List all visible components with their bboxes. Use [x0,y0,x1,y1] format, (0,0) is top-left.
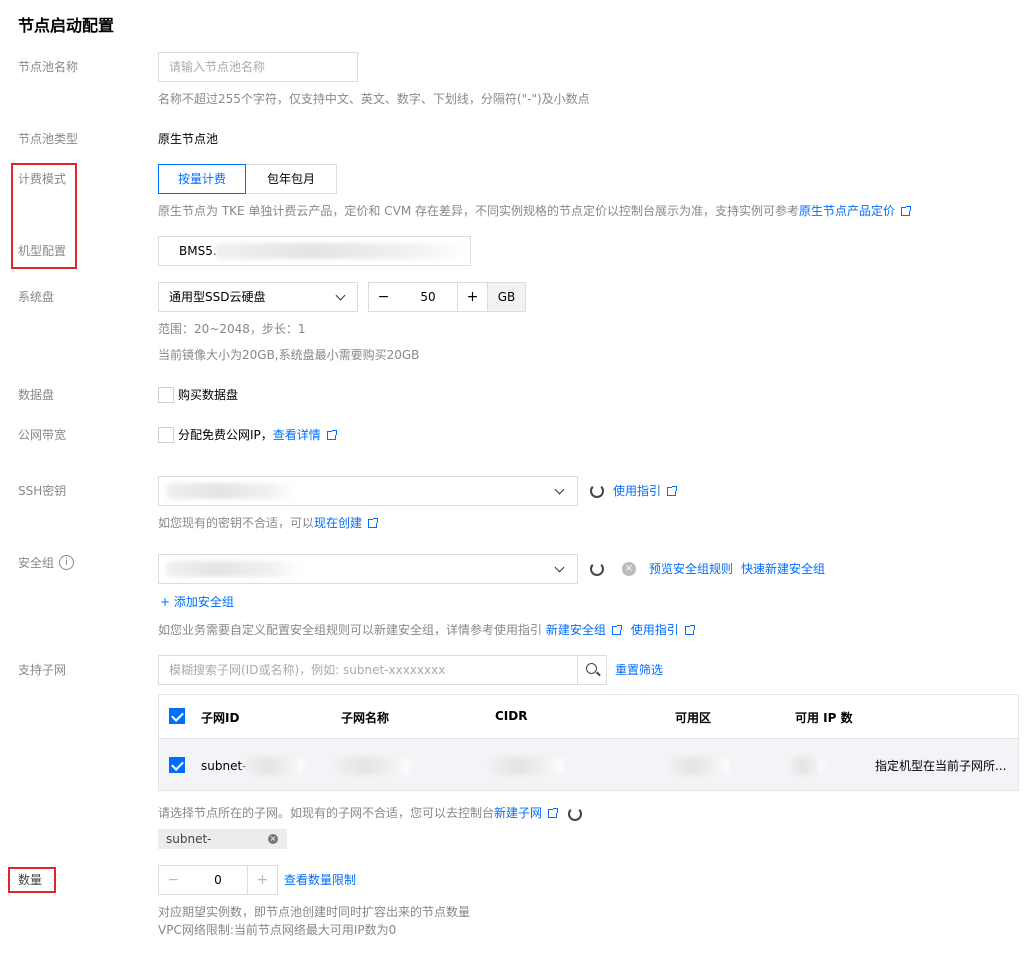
preview-sg-rules-link[interactable]: 预览安全组规则 [649,561,733,577]
ssh-guide[interactable]: 使用指引 [613,483,678,499]
add-security-group[interactable]: + 添加安全组 [160,594,234,610]
external-link-icon [667,486,678,496]
quantity-input[interactable]: 0 [188,865,248,895]
new-subnet-link[interactable]: 新建子网 [494,806,542,820]
external-link-icon [684,625,695,635]
external-link-icon [901,206,912,216]
remove-icon[interactable]: × [622,562,636,576]
subnet-search-input[interactable]: 模糊搜索子网(ID或名称)，例如: subnet-xxxxxxxx [158,655,578,685]
security-group-redacted [166,561,301,577]
pricing-link[interactable]: 原生节点产品定价 [799,204,895,218]
sg-guide-link[interactable]: 使用指引 [631,623,679,637]
refresh-icon[interactable] [590,562,604,576]
subnet-hint: 请选择节点所在的子网。如现有的子网不合适，您可以去控制台新建子网 [158,805,559,821]
new-sg-link[interactable]: 新建安全组 [546,623,606,637]
add-security-group-link[interactable]: 添加安全组 [174,595,234,609]
external-link-icon [368,518,379,528]
redacted-cell [335,757,410,775]
pool-name-input[interactable]: 请输入节点池名称 [158,52,358,82]
data-disk-checkbox-label: 购买数据盘 [178,388,239,402]
quantity-hint: 对应期望实例数，即节点池创建时同时扩容出来的节点数量 [158,905,471,919]
column-header: 可用 IP 数 [795,711,853,725]
table-header: 子网ID 子网名称 CIDR 可用区 可用 IP 数 [159,695,1018,739]
redacted-cell [669,757,729,775]
view-details-link[interactable]: 查看详情 [273,428,321,442]
public-ip-row: 分配免费公网IP，查看详情 [178,427,337,443]
quantity-minus-button[interactable]: − [158,865,189,895]
pool-name-label: 节点池名称 [18,60,79,74]
create-key-link[interactable]: 现在创建 [314,516,362,530]
table-row[interactable]: subnet- 指定机型在当前子网所... [159,739,1018,790]
ssh-guide-link[interactable]: 使用指引 [613,484,661,498]
external-link-icon [326,430,337,440]
model-label: 机型配置 [18,244,67,258]
system-disk-plus-button[interactable]: + [457,282,488,312]
vpc-limit-hint: VPC网络限制:当前节点网络最大可用IP数为0 [158,923,397,937]
subnet-label: 支持子网 [18,663,67,677]
billing-option-pay-as-you-go[interactable]: 按量计费 [158,164,246,194]
system-disk-range: 范围：20~2048，步长：1 [158,322,306,336]
refresh-icon[interactable] [590,484,604,498]
subnet-note-cell: 指定机型在当前子网所... [875,759,1007,773]
column-header: 子网名称 [341,711,390,725]
redacted-cell [244,757,304,775]
column-header: 可用区 [675,711,712,725]
refresh-icon[interactable] [568,807,582,821]
system-disk-type-select[interactable]: 通用型SSD云硬盘 [158,282,358,312]
info-icon[interactable]: i [59,555,74,570]
system-disk-minus-button[interactable]: − [368,282,399,312]
ssh-label: SSH密钥 [18,484,67,498]
security-group-hint: 如您业务需要自定义配置安全组规则可以新建安全组，详情参考使用指引 新建安全组 使… [158,622,695,638]
system-disk-size-input[interactable]: 50 [398,282,458,312]
ssh-hint: 如您现有的密钥不合适，可以现在创建 [158,515,379,531]
system-disk-label: 系统盘 [18,290,55,304]
pool-type-label: 节点池类型 [18,132,79,146]
plus-icon: + [160,595,171,609]
quantity-limit-link[interactable]: 查看数量限制 [284,872,356,888]
data-disk-checkbox[interactable] [158,387,174,403]
page-title: 节点启动配置 [18,16,115,35]
pool-name-hint: 名称不超过255个字符，仅支持中文、英文、数字、下划线，分隔符("-")及小数点 [158,92,590,106]
row-checkbox[interactable] [169,757,185,773]
external-link-icon [611,625,622,635]
data-disk-label: 数据盘 [18,388,55,402]
ssh-key-redacted [166,483,296,499]
billing-label: 计费模式 [18,172,67,186]
system-disk-unit: GB [487,282,526,312]
subnet-table: 子网ID 子网名称 CIDR 可用区 可用 IP 数 subnet- 指定机型在… [158,694,1019,791]
quantity-plus-button[interactable]: + [247,865,278,895]
redacted-cell [789,757,824,775]
search-button[interactable] [577,655,607,685]
reset-filter-link[interactable]: 重置筛选 [615,662,663,678]
pool-type-value: 原生节点池 [158,132,219,146]
external-link-icon [548,808,559,818]
billing-option-monthly[interactable]: 包年包月 [245,164,337,194]
system-disk-note: 当前镜像大小为20GB,系统盘最小需要购买20GB [158,348,420,362]
subnet-id-cell: subnet- [201,759,247,773]
column-header: CIDR [495,709,528,723]
bandwidth-label: 公网带宽 [18,428,67,442]
select-all-checkbox[interactable] [169,708,185,724]
security-group-label: 安全组 [18,556,55,570]
billing-hint: 原生节点为 TKE 单独计费云产品，定价和 CVM 存在差异，不同实例规格的节点… [158,203,912,219]
tag-close-icon[interactable]: × [268,834,278,844]
public-ip-checkbox[interactable] [158,427,174,443]
redacted-cell [489,757,564,775]
model-redacted [215,243,465,259]
quick-create-sg-link[interactable]: 快速新建安全组 [741,561,825,577]
quantity-label: 数量 [18,873,43,887]
column-header: 子网ID [201,711,240,725]
